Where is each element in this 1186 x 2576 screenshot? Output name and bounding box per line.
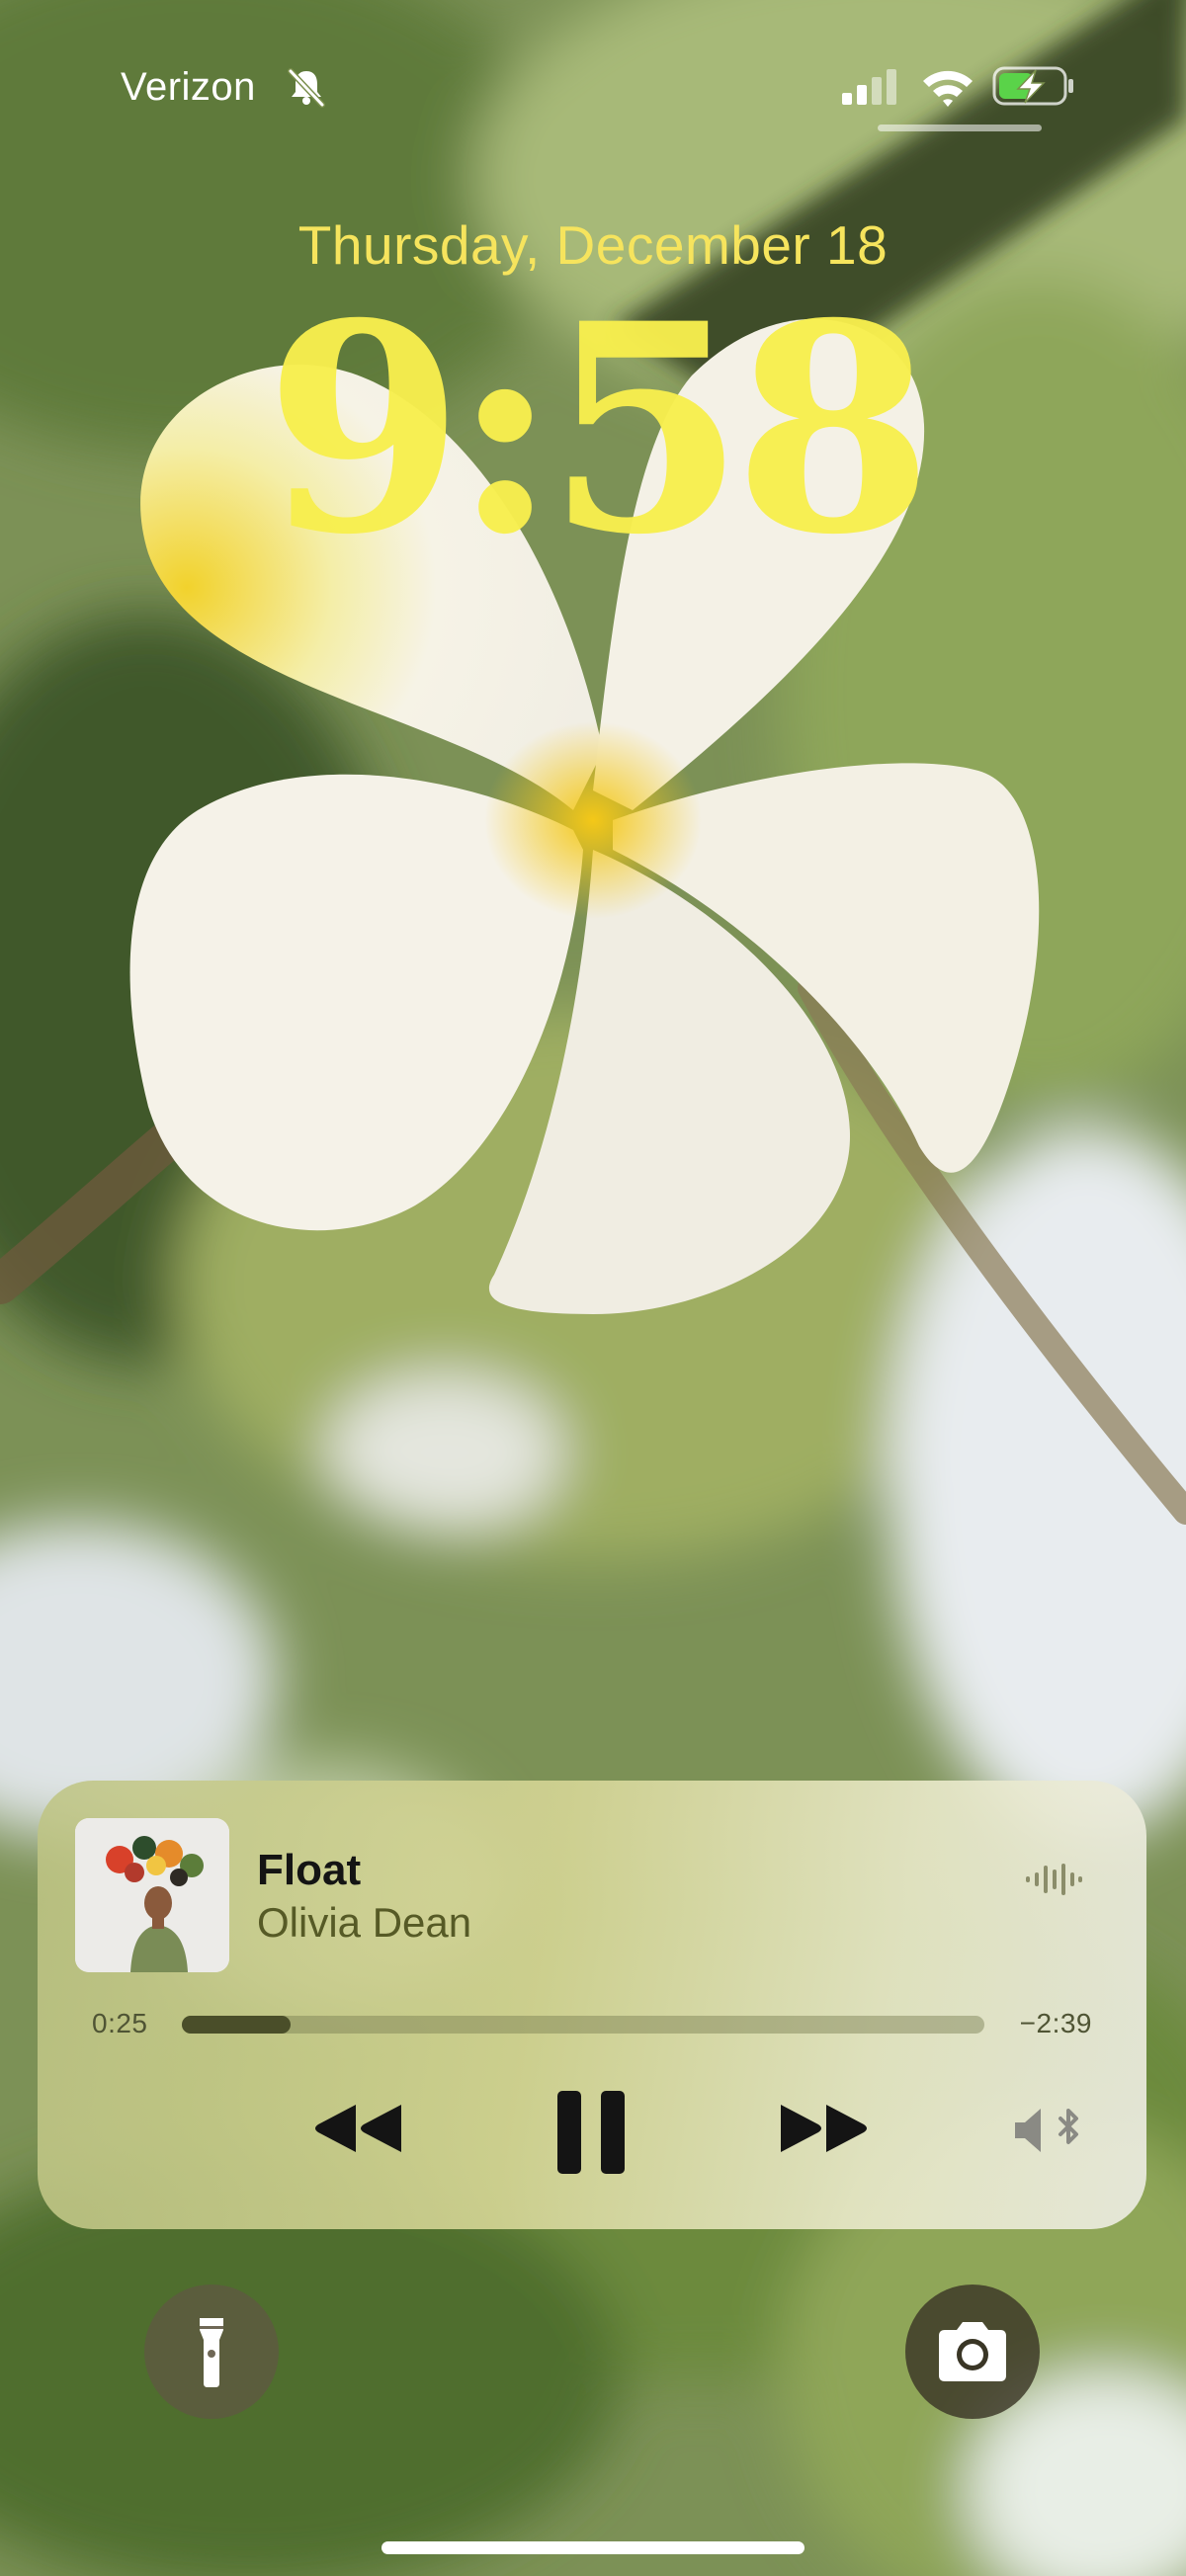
elapsed-time: 0:25 — [92, 2008, 148, 2038]
remaining-time: −2:39 — [1019, 2008, 1092, 2038]
pause-icon[interactable] — [550, 2087, 633, 2178]
camera-icon — [939, 2322, 1006, 2381]
home-indicator[interactable] — [381, 2541, 805, 2554]
playback-progress-fill — [182, 2016, 291, 2034]
wifi-icon — [923, 70, 973, 107]
flashlight-icon — [200, 2318, 223, 2387]
battery-charging-icon — [992, 66, 1073, 106]
bell-slash-icon — [288, 68, 325, 108]
status-bar: Verizon — [0, 0, 1186, 168]
lock-clock[interactable]: 9:58 — [0, 287, 1186, 573]
flashlight-button[interactable] — [144, 2285, 279, 2419]
album-art[interactable] — [75, 1818, 229, 1972]
playback-scrubber[interactable] — [182, 2016, 984, 2034]
carrier-name: Verizon — [121, 65, 256, 109]
status-underline — [878, 125, 1042, 131]
song-artist: Olivia Dean — [257, 1899, 472, 1946]
waveform-icon — [1026, 1864, 1082, 1895]
cellular-signal-icon — [842, 69, 896, 105]
camera-button[interactable] — [905, 2285, 1040, 2419]
now-playing-widget[interactable]: Float Olivia Dean 0:25 −2:39 — [38, 1781, 1146, 2229]
speaker-bluetooth-icon[interactable] — [1011, 2105, 1090, 2156]
rewind-icon[interactable] — [310, 2101, 405, 2156]
song-title: Float — [257, 1846, 362, 1894]
fast-forward-icon[interactable] — [777, 2101, 872, 2156]
